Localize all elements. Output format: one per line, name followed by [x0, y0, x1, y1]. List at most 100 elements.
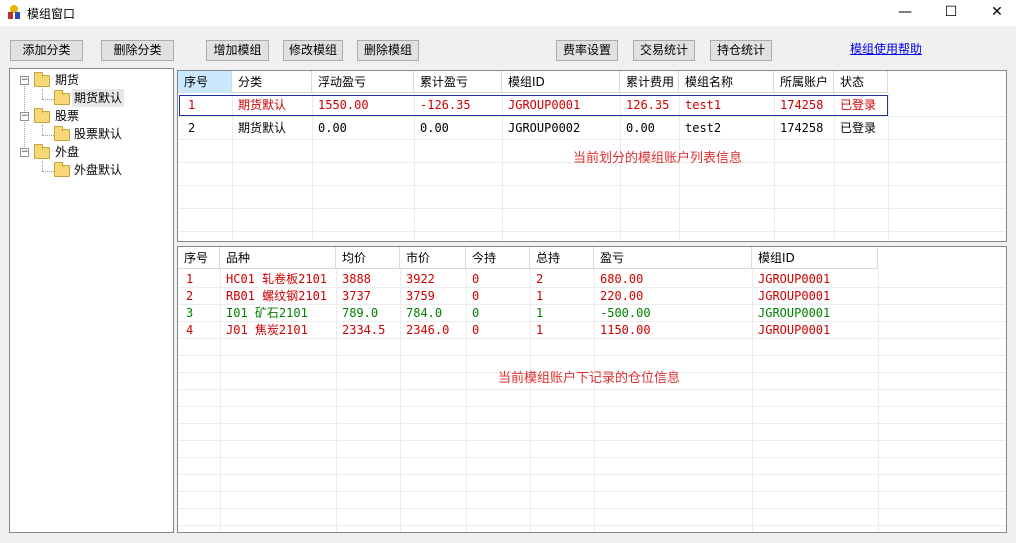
grid-header: 序号 品种 均价 市价 今持 总持 盈亏 模组ID: [178, 247, 878, 269]
cell-today-qty: 0: [472, 323, 480, 337]
table-row[interactable]: 4 J01 焦炭2101 2334.5 2346.0 0 1 1150.00 J…: [178, 322, 878, 339]
folder-icon: [34, 72, 50, 87]
cell-module-id: JGROUP0001: [758, 306, 831, 320]
tree-node-label: 期货默认: [72, 89, 125, 107]
table-row[interactable]: 2 RB01 螺纹钢2101 3737 3759 0 1 220.00 JGRO…: [178, 288, 878, 305]
window-title: 模组窗口: [27, 7, 76, 21]
collapse-icon[interactable]: −: [20, 76, 29, 85]
cell-symbol: HC01 轧卷板2101: [226, 272, 328, 286]
cell-no: 4: [186, 323, 194, 337]
fee-settings-button[interactable]: 费率设置: [556, 40, 618, 61]
cell-account: 174258: [780, 121, 824, 135]
column-header[interactable]: 状态: [834, 71, 888, 93]
cell-avg-price: 3888: [342, 272, 371, 286]
add-module-button[interactable]: 增加模组: [206, 40, 269, 61]
cell-module-id: JGROUP0001: [758, 289, 831, 303]
column-header[interactable]: 市价: [400, 247, 466, 269]
position-stats-button[interactable]: 持仓统计: [710, 40, 772, 61]
column-header[interactable]: 今持: [466, 247, 530, 269]
tree-node-stocks[interactable]: − 股票: [10, 107, 170, 125]
column-header[interactable]: 模组ID: [752, 247, 878, 269]
cell-total-qty: 1: [536, 289, 544, 303]
collapse-icon[interactable]: −: [20, 148, 29, 157]
column-header[interactable]: 分类: [232, 71, 312, 93]
cell-total-pl: 0.00: [420, 121, 449, 135]
module-accounts-grid[interactable]: 序号 分类 浮动盈亏 累计盈亏 模组ID 累计费用 模组名称 所属账户 状态 1…: [177, 70, 1007, 242]
cell-no: 2: [188, 121, 196, 135]
cell-pl: 680.00: [600, 272, 644, 286]
tree-node-label: 股票: [55, 109, 80, 123]
column-header[interactable]: 模组名称: [679, 71, 774, 93]
cell-fees: 0.00: [626, 121, 655, 135]
cell-no: 2: [186, 289, 194, 303]
grid-header: 序号 分类 浮动盈亏 累计盈亏 模组ID 累计费用 模组名称 所属账户 状态: [178, 71, 888, 93]
column-header[interactable]: 品种: [220, 247, 336, 269]
row-selection-outline: [179, 95, 888, 116]
column-header[interactable]: 均价: [336, 247, 400, 269]
tree-node-label: 股票默认: [74, 127, 123, 141]
cell-total-qty: 1: [536, 323, 544, 337]
cell-today-qty: 0: [472, 272, 480, 286]
column-header[interactable]: 浮动盈亏: [312, 71, 414, 93]
cell-pl: -500.00: [600, 306, 651, 320]
minimize-button[interactable]: —: [882, 0, 928, 26]
column-header[interactable]: 序号: [178, 71, 232, 93]
accounts-grid-hint: 当前划分的模组账户列表信息: [573, 151, 743, 166]
tree-node-futures[interactable]: − 期货: [10, 71, 170, 89]
tree-node-foreign[interactable]: − 外盘: [10, 143, 170, 161]
cell-module-name: test2: [685, 121, 722, 135]
title-bar: 模组窗口 — ☐ ✕: [0, 0, 1016, 26]
folder-icon: [34, 108, 50, 123]
cell-no: 1: [186, 272, 194, 286]
cell-market-price: 3759: [406, 289, 435, 303]
tree-node-foreign-default[interactable]: 外盘默认: [10, 161, 170, 179]
close-button[interactable]: ✕: [974, 0, 1016, 26]
column-header[interactable]: 所属账户: [774, 71, 834, 93]
collapse-icon[interactable]: −: [20, 112, 29, 121]
column-header[interactable]: 总持: [530, 247, 594, 269]
edit-module-button[interactable]: 修改模组: [283, 40, 343, 61]
cell-today-qty: 0: [472, 306, 480, 320]
cell-market-price: 3922: [406, 272, 435, 286]
tree-node-stocks-default[interactable]: 股票默认: [10, 125, 170, 143]
table-row[interactable]: 1 HC01 轧卷板2101 3888 3922 0 2 680.00 JGRO…: [178, 271, 878, 288]
table-row[interactable]: 2 期货默认 0.00 0.00 JGROUP0002 0.00 test2 1…: [178, 117, 888, 139]
folder-icon: [54, 126, 70, 141]
tree-node-label: 期货: [55, 73, 80, 87]
cell-market-price: 784.0: [406, 306, 443, 320]
folder-icon: [54, 162, 70, 177]
cell-total-qty: 1: [536, 306, 544, 320]
column-header[interactable]: 盈亏: [594, 247, 752, 269]
folder-icon: [34, 144, 50, 159]
delete-category-button[interactable]: 删除分类: [101, 40, 174, 61]
positions-grid-hint: 当前模组账户下记录的仓位信息: [498, 371, 681, 386]
column-header[interactable]: 模组ID: [502, 71, 620, 93]
tree-node-label: 外盘默认: [74, 163, 123, 177]
delete-module-button[interactable]: 删除模组: [357, 40, 419, 61]
category-tree[interactable]: − 期货 期货默认 − 股票 股票默认 − 外盘 外盘默认: [9, 68, 174, 533]
positions-grid[interactable]: 序号 品种 均价 市价 今持 总持 盈亏 模组ID 1 HC01 轧卷板2101…: [177, 246, 1007, 533]
column-header[interactable]: 序号: [178, 247, 220, 269]
cell-no: 3: [186, 306, 194, 320]
tree-node-label: 外盘: [55, 145, 80, 159]
column-header[interactable]: 累计盈亏: [414, 71, 502, 93]
cell-today-qty: 0: [472, 289, 480, 303]
cell-symbol: J01 焦炭2101: [226, 323, 308, 337]
column-header[interactable]: 累计费用: [620, 71, 679, 93]
table-row[interactable]: 3 I01 矿石2101 789.0 784.0 0 1 -500.00 JGR…: [178, 305, 878, 322]
cell-symbol: RB01 螺纹钢2101: [226, 289, 328, 303]
module-help-link[interactable]: 模组使用帮助: [850, 40, 922, 57]
cell-market-price: 2346.0: [406, 323, 450, 337]
cell-status: 已登录: [840, 121, 877, 135]
cell-avg-price: 2334.5: [342, 323, 386, 337]
app-icon: [8, 5, 20, 19]
cell-category: 期货默认: [238, 121, 287, 135]
add-category-button[interactable]: 添加分类: [10, 40, 83, 61]
tree-node-futures-default[interactable]: 期货默认: [10, 89, 170, 107]
trade-stats-button[interactable]: 交易统计: [633, 40, 695, 61]
cell-module-id: JGROUP0001: [758, 272, 831, 286]
cell-pl: 220.00: [600, 289, 644, 303]
maximize-button[interactable]: ☐: [928, 0, 974, 26]
cell-total-qty: 2: [536, 272, 544, 286]
cell-module-id: JGROUP0001: [758, 323, 831, 337]
